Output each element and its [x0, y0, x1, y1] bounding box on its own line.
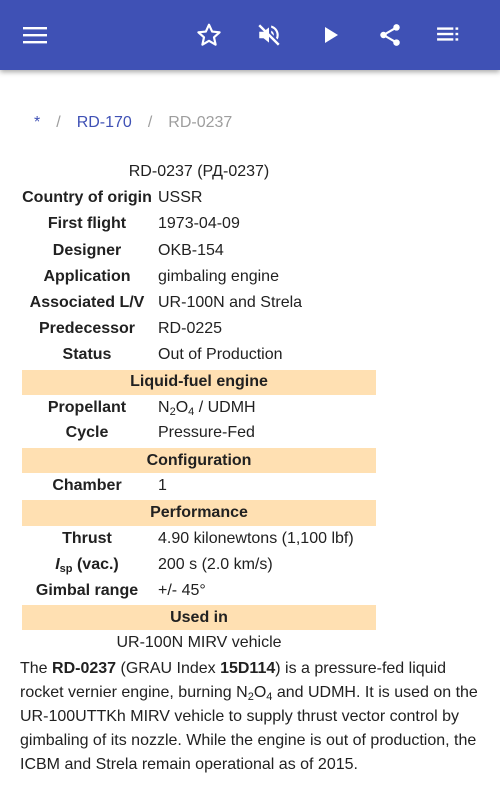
row-value: Out of Production [158, 345, 283, 363]
row-value: USSR [158, 189, 203, 207]
infobox-row: Country of origin USSR [22, 185, 376, 211]
row-label: Predecessor [38, 320, 136, 338]
row-value: 200 s (2.0 km/s) [158, 555, 273, 573]
section-header-liquid-fuel: Liquid-fuel engine [22, 367, 376, 395]
infobox-table: RD-0237 (РД-0237) Country of origin USSR… [22, 159, 376, 657]
row-label: Thrust [62, 529, 112, 547]
infobox-row: Isp (vac.) 200 s (2.0 km/s) [22, 552, 376, 578]
hamburger-menu-icon[interactable] [17, 17, 53, 53]
infobox-row: Predecessor RD-0225 [22, 316, 376, 342]
section-header-used-in: Used in [22, 603, 376, 631]
app-toolbar [0, 0, 500, 70]
infobox-row: Thrust 4.90 kilonewtons (1,100 lbf) [22, 526, 376, 552]
row-value: 1973-04-09 [158, 215, 240, 233]
row-value: Pressure-Fed [158, 424, 255, 442]
infobox-row: Chamber 1 [22, 473, 376, 499]
infobox-row: Gimbal range +/- 45° [22, 578, 376, 604]
row-label: Designer [52, 241, 122, 259]
row-label: Gimbal range [35, 581, 139, 599]
infobox-row: Status Out of Production [22, 342, 376, 368]
row-value: 4.90 kilonewtons (1,100 lbf) [158, 529, 354, 547]
row-label: Associated L/V [29, 294, 145, 312]
breadcrumb-separator: / [147, 114, 153, 131]
breadcrumb-separator: / [56, 114, 61, 131]
row-value: +/- 45° [158, 581, 206, 599]
play-icon[interactable] [312, 17, 348, 53]
row-label: Cycle [65, 424, 109, 442]
breadcrumb: * / RD-170 / RD-0237 [34, 114, 232, 132]
row-label: Country of origin [22, 189, 152, 207]
article-paragraph: The RD-0237 (GRAU Index 15D114) is a pre… [20, 660, 478, 773]
infobox-row: First flight 1973-04-09 [22, 211, 376, 237]
infobox-caption: RD-0237 (РД-0237) [128, 163, 270, 181]
row-label: First flight [47, 215, 127, 233]
share-icon[interactable] [372, 17, 408, 53]
infobox-row: Designer OKB-154 [22, 238, 376, 264]
row-value: UR-100N and Strela [158, 294, 303, 312]
row-value: gimbaling engine [158, 267, 279, 285]
section-header-performance: Performance [22, 498, 376, 526]
infobox-row: Application gimbaling engine [22, 264, 376, 290]
section-header-configuration: Configuration [22, 446, 376, 474]
row-value: 1 [158, 476, 167, 494]
row-label: Application [43, 267, 131, 285]
row-label-isp: Isp (vac.) [55, 555, 119, 575]
breadcrumb-root-link[interactable]: * [34, 114, 40, 132]
list-icon[interactable] [431, 17, 467, 53]
volume-off-icon[interactable] [251, 17, 287, 53]
infobox-row: Associated L/V UR-100N and Strela [22, 290, 376, 316]
row-label: Chamber [52, 476, 122, 494]
breadcrumb-current: RD-0237 [168, 114, 233, 131]
row-value-propellant: N2O4 / UDMH [158, 398, 256, 418]
row-value: OKB-154 [158, 241, 224, 259]
infobox-row: Cycle Pressure-Fed [22, 421, 376, 447]
row-label: Propellant [47, 398, 127, 416]
row-value: RD-0225 [158, 320, 223, 338]
breadcrumb-parent-link[interactable]: RD-170 [77, 114, 132, 132]
used-in-link[interactable]: UR-100N MIRV vehicle [22, 630, 376, 656]
star-outline-icon[interactable] [191, 17, 227, 53]
row-label: Status [62, 345, 112, 363]
infobox-row: Propellant N2O4 / UDMH [22, 395, 376, 421]
